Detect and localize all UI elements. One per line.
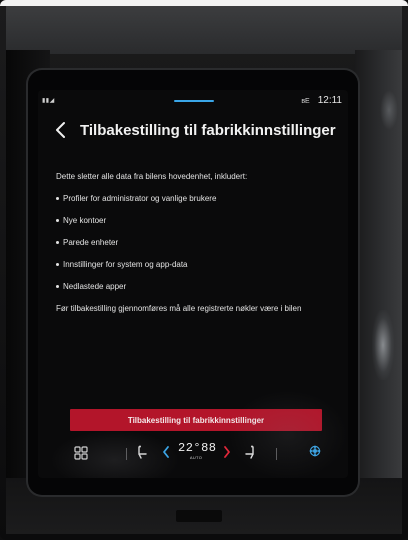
list-item: Parede enheter: [56, 238, 338, 248]
clock: 12:11: [317, 95, 342, 106]
temperature-value: 22°88: [178, 441, 217, 455]
infotainment-screen: ▮▮◢ ʙE 12:11 Tilbakestilling til fabrikki…: [38, 90, 348, 478]
warning-text: Før tilbakestilling gjennomføres må alle…: [56, 304, 302, 313]
page-title: Tilbakestilling til fabrikkinnstillinger: [80, 122, 336, 139]
list-item: Nedlastede apper: [56, 282, 338, 292]
climate-mode: AUTO: [189, 455, 203, 460]
temp-up-icon[interactable]: [222, 445, 232, 459]
chevron-left-icon: [56, 122, 65, 138]
bullet-icon: [56, 284, 59, 288]
page-header: Tilbakestilling til fabrikkinnstillinger: [38, 116, 348, 146]
light-reflection: [372, 310, 394, 380]
bullet-icon: [56, 196, 59, 200]
bullet-icon: [56, 218, 59, 222]
back-button[interactable]: [50, 118, 72, 142]
list-item: Innstillinger for system og app-data: [56, 260, 338, 270]
data-list: Profiler for administrator og vanlige br…: [56, 194, 338, 292]
notification-pull-handle[interactable]: [174, 100, 214, 102]
center-console-slot: [176, 510, 222, 522]
intro-text: Dette sletter alle data fra bilens hoved…: [56, 172, 248, 181]
dashboard-top: [6, 6, 402, 54]
divider: [126, 448, 127, 460]
bullet-icon: [56, 240, 59, 244]
temperature-readout[interactable]: 22°88 AUTO: [178, 441, 217, 464]
seat-heat-left-icon[interactable]: [135, 445, 149, 459]
divider: [276, 448, 277, 460]
reset-description: Dette sletter alle data fra bilens hoved…: [56, 172, 338, 314]
home-grid-icon[interactable]: [74, 446, 88, 460]
list-item: Profiler for administrator og vanlige br…: [56, 194, 338, 204]
list-item: Nye kontoer: [56, 216, 338, 226]
light-reflection-upper: [380, 90, 398, 130]
climate-bar: 22°88 AUTO: [38, 436, 348, 466]
bluetooth-indicator: ʙE: [301, 98, 310, 105]
status-bar: ▮▮◢ ʙE 12:11: [38, 94, 348, 110]
fan-icon[interactable]: [308, 444, 322, 458]
factory-reset-button[interactable]: Tilbakestilling til fabrikkinnstillinger: [70, 409, 322, 431]
status-right: ʙE 12:11: [301, 95, 342, 106]
bullet-icon: [56, 262, 59, 266]
seat-heat-right-icon[interactable]: [243, 445, 257, 459]
temp-down-icon[interactable]: [161, 445, 171, 459]
car-interior-photo: ▮▮◢ ʙE 12:11 Tilbakestilling til fabrikki…: [0, 0, 408, 540]
signal-indicator: ▮▮◢: [42, 98, 55, 104]
